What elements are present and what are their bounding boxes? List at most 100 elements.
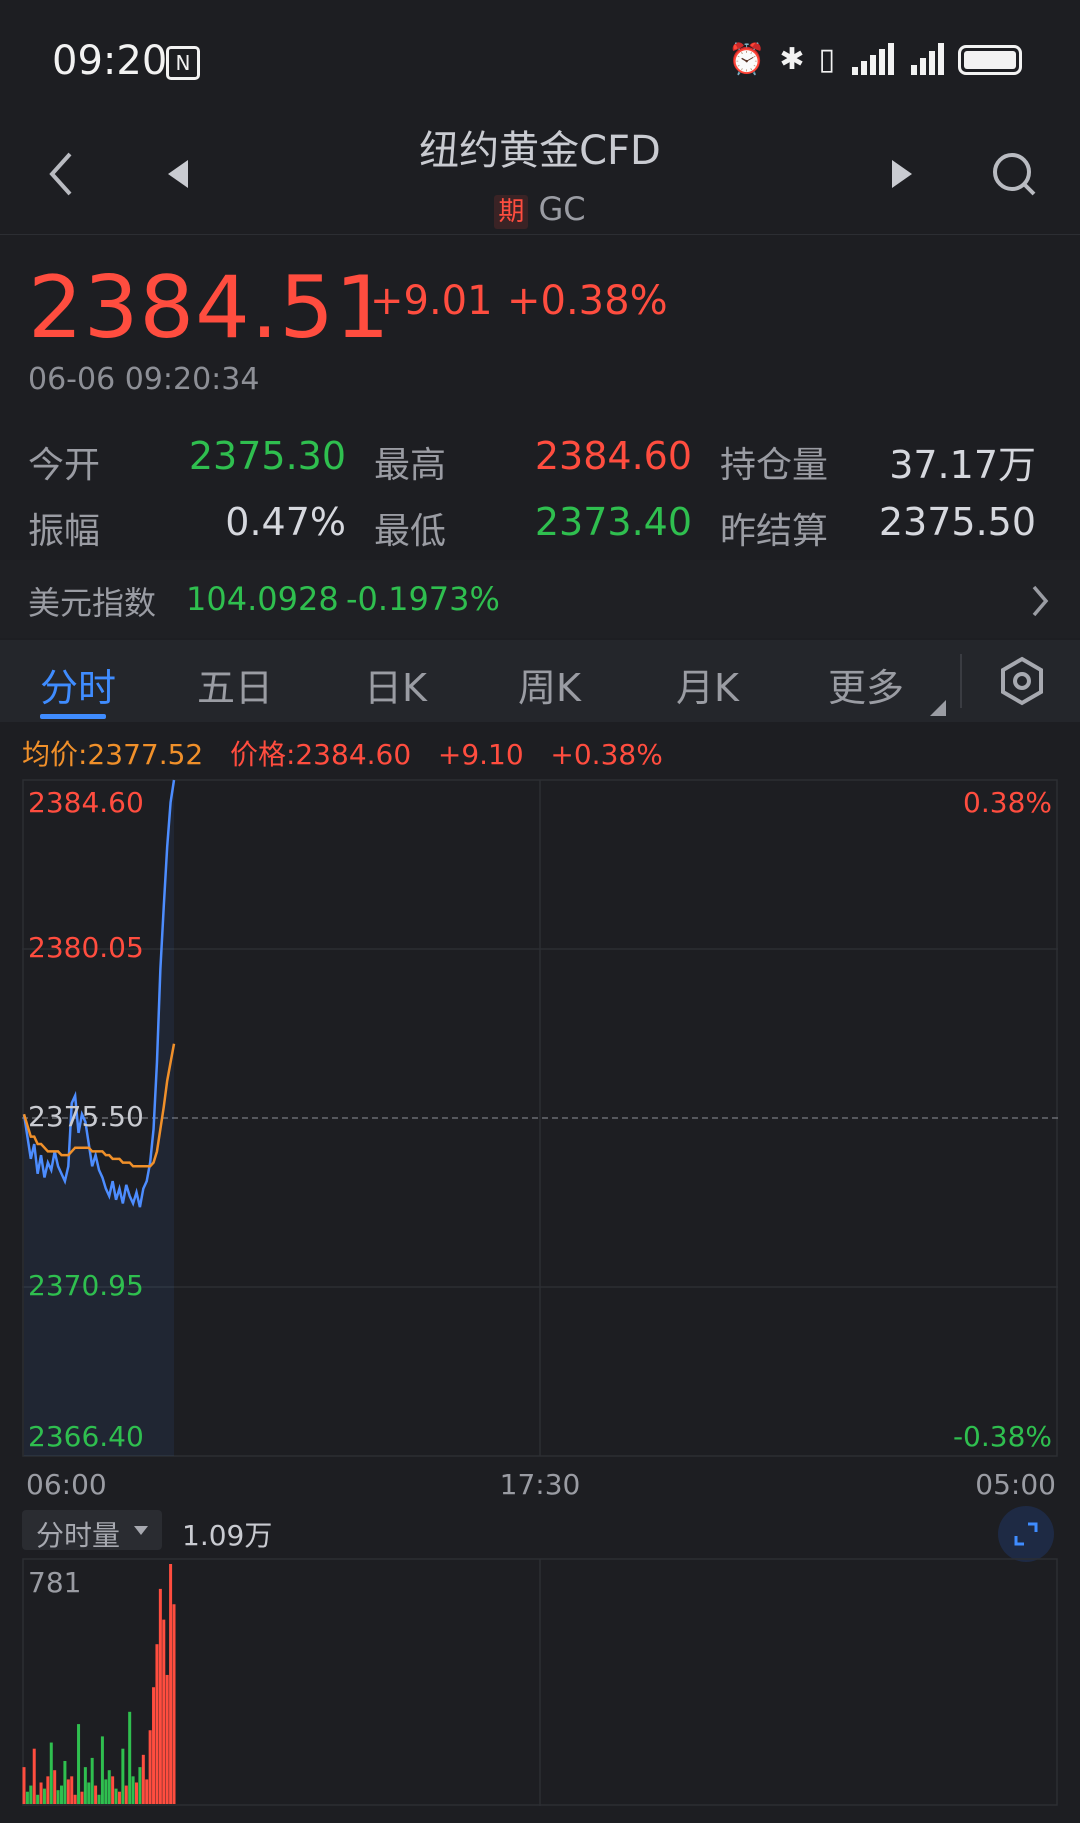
stat-value-open-interest: 37.17万 <box>889 443 1036 487</box>
y-axis-label-1: 2380.05 <box>28 931 144 964</box>
settings-icon[interactable] <box>998 656 1046 706</box>
volume-bar <box>111 1776 115 1804</box>
stat-label-open-interest: 持仓量 <box>720 445 829 486</box>
usd-index-label: 美元指数 <box>28 584 157 622</box>
tab-weekly-k[interactable]: 周K <box>518 657 581 712</box>
legend-change: +9.10 <box>437 738 524 771</box>
volume-bar <box>56 1790 60 1804</box>
usd-index-value: 104.0928 <box>186 580 339 618</box>
price-change-pct: +0.38% <box>507 278 668 324</box>
symbol-code: GC <box>538 190 586 228</box>
y-axis-label-0: 2384.60 <box>28 786 144 819</box>
price-change: +9.01 <box>370 278 493 324</box>
volume-bar <box>66 1779 70 1804</box>
x-axis-label-2: 05:00 <box>975 1468 1056 1501</box>
chevron-right-icon[interactable] <box>1030 584 1050 618</box>
futures-tag: 期 <box>494 195 529 229</box>
volume-bar <box>162 1619 166 1804</box>
volume-bar <box>148 1730 152 1804</box>
stat-value-low: 2373.40 <box>534 500 692 544</box>
page-title: 纽约黄金CFD <box>419 128 661 174</box>
y-axis-label-4: 2366.40 <box>28 1420 144 1453</box>
volume-bar <box>46 1776 50 1804</box>
pct-label-top: 0.38% <box>963 786 1052 819</box>
volume-selector[interactable]: 分时量 <box>22 1510 162 1552</box>
nfc-icon: N <box>166 46 200 80</box>
tab-monthly-k[interactable]: 月K <box>676 657 739 712</box>
volume-bar <box>135 1782 138 1804</box>
tab-five-day[interactable]: 五日 <box>197 657 273 712</box>
volume-bar <box>70 1776 74 1804</box>
usd-index-change: -0.1973% <box>346 580 500 618</box>
volume-bar <box>107 1770 111 1804</box>
fullscreen-button[interactable] <box>998 1506 1054 1562</box>
volume-bar <box>83 1767 87 1804</box>
volume-bar <box>25 1791 29 1804</box>
volume-bar <box>53 1770 57 1804</box>
intraday-chart[interactable]: 2384.60 2380.05 2375.50 2370.95 2366.40 0.38%… <box>22 778 1058 1558</box>
volume-bar <box>36 1794 40 1804</box>
volume-bar <box>141 1754 145 1804</box>
volume-selector-label: 分时量 <box>36 1519 121 1552</box>
next-item-icon[interactable] <box>890 158 914 190</box>
volume-chart: 781 <box>22 1558 1058 1806</box>
legend-price: 价格:2384.60 <box>229 738 412 771</box>
stat-value-high: 2384.60 <box>534 434 692 478</box>
stat-value-prev-settle: 2375.50 <box>878 500 1036 544</box>
volume-bar <box>94 1785 98 1804</box>
stat-label-high: 最高 <box>374 445 447 486</box>
status-icons: ⏰ ✱ ▯ <box>728 42 1022 77</box>
volume-bar <box>39 1782 43 1804</box>
x-axis-label-0: 06:00 <box>26 1468 107 1501</box>
tab-daily-k[interactable]: 日K <box>364 657 427 712</box>
volume-bar <box>152 1687 156 1804</box>
stat-value-amplitude: 0.47% <box>225 500 346 544</box>
volume-bar <box>104 1779 108 1804</box>
tab-intraday[interactable]: 分时 <box>40 657 116 712</box>
volume-bar <box>100 1736 104 1804</box>
volume-bar <box>42 1788 46 1804</box>
price-line <box>22 779 176 1208</box>
status-time: 09:20 <box>52 38 168 84</box>
pct-label-bottom: -0.38% <box>953 1420 1052 1453</box>
volume-bar <box>145 1779 149 1804</box>
tab-divider <box>960 654 962 708</box>
tab-more[interactable]: 更多 <box>828 657 904 712</box>
quote-timestamp: 06-06 09:20:34 <box>28 362 260 397</box>
vibrate-icon: ▯ <box>818 42 835 77</box>
volume-bar <box>77 1724 81 1804</box>
usd-index-bar[interactable] <box>0 560 1080 638</box>
volume-bar <box>63 1760 67 1804</box>
legend-avg: 均价:2377.52 <box>22 738 204 771</box>
stat-value-open: 2375.30 <box>188 434 346 478</box>
volume-bar <box>90 1757 94 1804</box>
alarm-icon: ⏰ <box>727 42 766 77</box>
bluetooth-icon: ✱ <box>779 42 805 77</box>
y-axis-label-3: 2370.95 <box>28 1269 144 1302</box>
stat-label-open: 今开 <box>28 445 101 486</box>
signal-icon-2 <box>908 42 944 75</box>
volume-bar <box>60 1785 63 1804</box>
y-axis-label-2: 2375.50 <box>28 1100 144 1133</box>
volume-bar <box>97 1794 101 1804</box>
volume-bar <box>158 1588 162 1804</box>
volume-bar <box>121 1748 125 1804</box>
volume-bar <box>128 1711 132 1804</box>
signal-icon-1 <box>849 42 894 75</box>
dropdown-corner-icon <box>930 700 946 716</box>
volume-bar <box>49 1742 53 1804</box>
volume-bar <box>138 1767 142 1804</box>
x-axis-label-1: 17:30 <box>500 1468 581 1501</box>
volume-bar <box>29 1785 33 1804</box>
volume-bar <box>155 1644 159 1804</box>
volume-bar <box>114 1788 118 1804</box>
active-tab-indicator <box>40 714 106 719</box>
stat-label-prev-settle: 昨结算 <box>720 511 829 552</box>
volume-bar <box>131 1776 135 1804</box>
volume-bar <box>169 1564 173 1804</box>
search-icon[interactable] <box>990 150 1038 198</box>
volume-bar <box>172 1604 176 1804</box>
subtitle: 期 GC <box>0 190 1080 229</box>
stat-label-amplitude: 振幅 <box>28 511 101 552</box>
expand-icon <box>1014 1522 1038 1546</box>
